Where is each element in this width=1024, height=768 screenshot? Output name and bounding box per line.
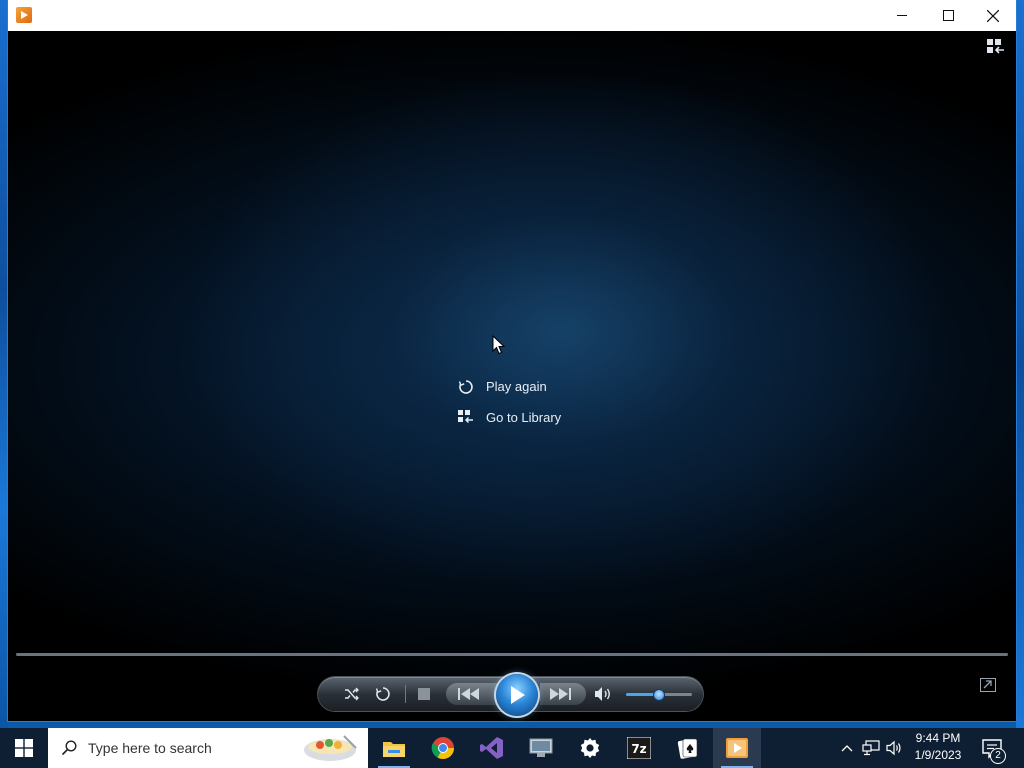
svg-text:7z: 7z	[631, 742, 646, 756]
taskbar-file-explorer[interactable]	[370, 728, 418, 768]
next-icon	[550, 688, 571, 700]
stop-icon[interactable]	[418, 688, 430, 700]
play-button[interactable]	[496, 674, 538, 716]
minimize-button[interactable]	[879, 0, 925, 31]
network-button[interactable]	[860, 728, 882, 768]
taskbar-settings[interactable]	[566, 728, 614, 768]
system-monitor-icon	[529, 738, 553, 757]
play-again-label: Play again	[486, 379, 547, 394]
clock-time: 9:44 PM	[915, 731, 961, 745]
volume-tray-button[interactable]	[884, 728, 906, 768]
previous-button[interactable]	[446, 683, 498, 705]
taskbar: Type here to search 7z 9:44 PM 1/9/2023 …	[0, 728, 1024, 768]
title-bar	[8, 0, 1016, 31]
switch-to-compact-mode-icon[interactable]	[980, 678, 996, 692]
controls-divider	[405, 685, 406, 703]
playback-controls	[318, 674, 703, 716]
media-player-icon	[726, 738, 748, 758]
play-icon	[511, 686, 525, 704]
end-of-playback-menu: Play again Go to Library	[458, 371, 608, 433]
taskbar-search-box[interactable]: Type here to search	[48, 728, 368, 768]
volume-slider[interactable]	[626, 689, 692, 701]
taskbar-chrome[interactable]	[419, 728, 467, 768]
network-icon	[862, 740, 880, 756]
repeat-icon[interactable]	[375, 686, 391, 702]
media-player-window: Play again Go to Library	[8, 0, 1016, 721]
search-placeholder: Type here to search	[88, 740, 212, 756]
switch-to-library-icon[interactable]	[987, 39, 1005, 55]
go-to-library-label: Go to Library	[486, 410, 562, 425]
volume-icon[interactable]	[594, 686, 612, 702]
file-explorer-icon	[383, 742, 405, 757]
close-icon	[987, 9, 999, 22]
media-player-app-icon[interactable]	[16, 7, 32, 23]
notification-count-badge: 2	[990, 748, 1006, 764]
show-hidden-icons-button[interactable]	[838, 728, 856, 768]
next-button[interactable]	[540, 683, 586, 705]
speaker-icon	[886, 740, 901, 756]
seek-bar[interactable]	[16, 653, 1008, 656]
shuffle-icon[interactable]	[344, 686, 360, 702]
maximize-icon	[942, 10, 954, 21]
chrome-icon	[431, 737, 454, 759]
7zip-icon: 7z	[627, 737, 651, 759]
taskbar-clock[interactable]: 9:44 PM 1/9/2023	[905, 730, 971, 766]
replay-icon	[458, 379, 473, 394]
taskbar-media-player[interactable]	[713, 728, 761, 768]
visual-studio-icon	[480, 737, 503, 759]
library-icon	[458, 409, 473, 423]
volume-thumb[interactable]	[653, 689, 665, 701]
windows-logo-icon	[15, 739, 33, 757]
close-button[interactable]	[970, 0, 1016, 31]
settings-gear-icon	[580, 738, 600, 758]
search-icon	[61, 740, 77, 756]
desktop-background	[0, 0, 8, 728]
chevron-up-icon	[841, 745, 853, 752]
start-button[interactable]	[0, 728, 48, 768]
taskbar-7zip[interactable]: 7z	[615, 728, 663, 768]
minimize-icon	[896, 15, 907, 16]
play-again-button[interactable]: Play again	[458, 371, 608, 402]
now-playing-area: Play again Go to Library	[8, 31, 1016, 721]
taskbar-solitaire[interactable]	[664, 728, 712, 768]
previous-icon	[458, 688, 479, 700]
desktop-background-right	[1016, 0, 1024, 728]
taskbar-system-monitor[interactable]	[517, 728, 565, 768]
clock-date: 1/9/2023	[914, 748, 962, 762]
maximize-button[interactable]	[925, 0, 971, 31]
search-highlight-art-icon	[304, 735, 357, 761]
solitaire-cards-icon	[677, 738, 698, 759]
mouse-cursor	[492, 335, 506, 355]
taskbar-visual-studio[interactable]	[468, 728, 516, 768]
go-to-library-button[interactable]: Go to Library	[458, 402, 608, 433]
